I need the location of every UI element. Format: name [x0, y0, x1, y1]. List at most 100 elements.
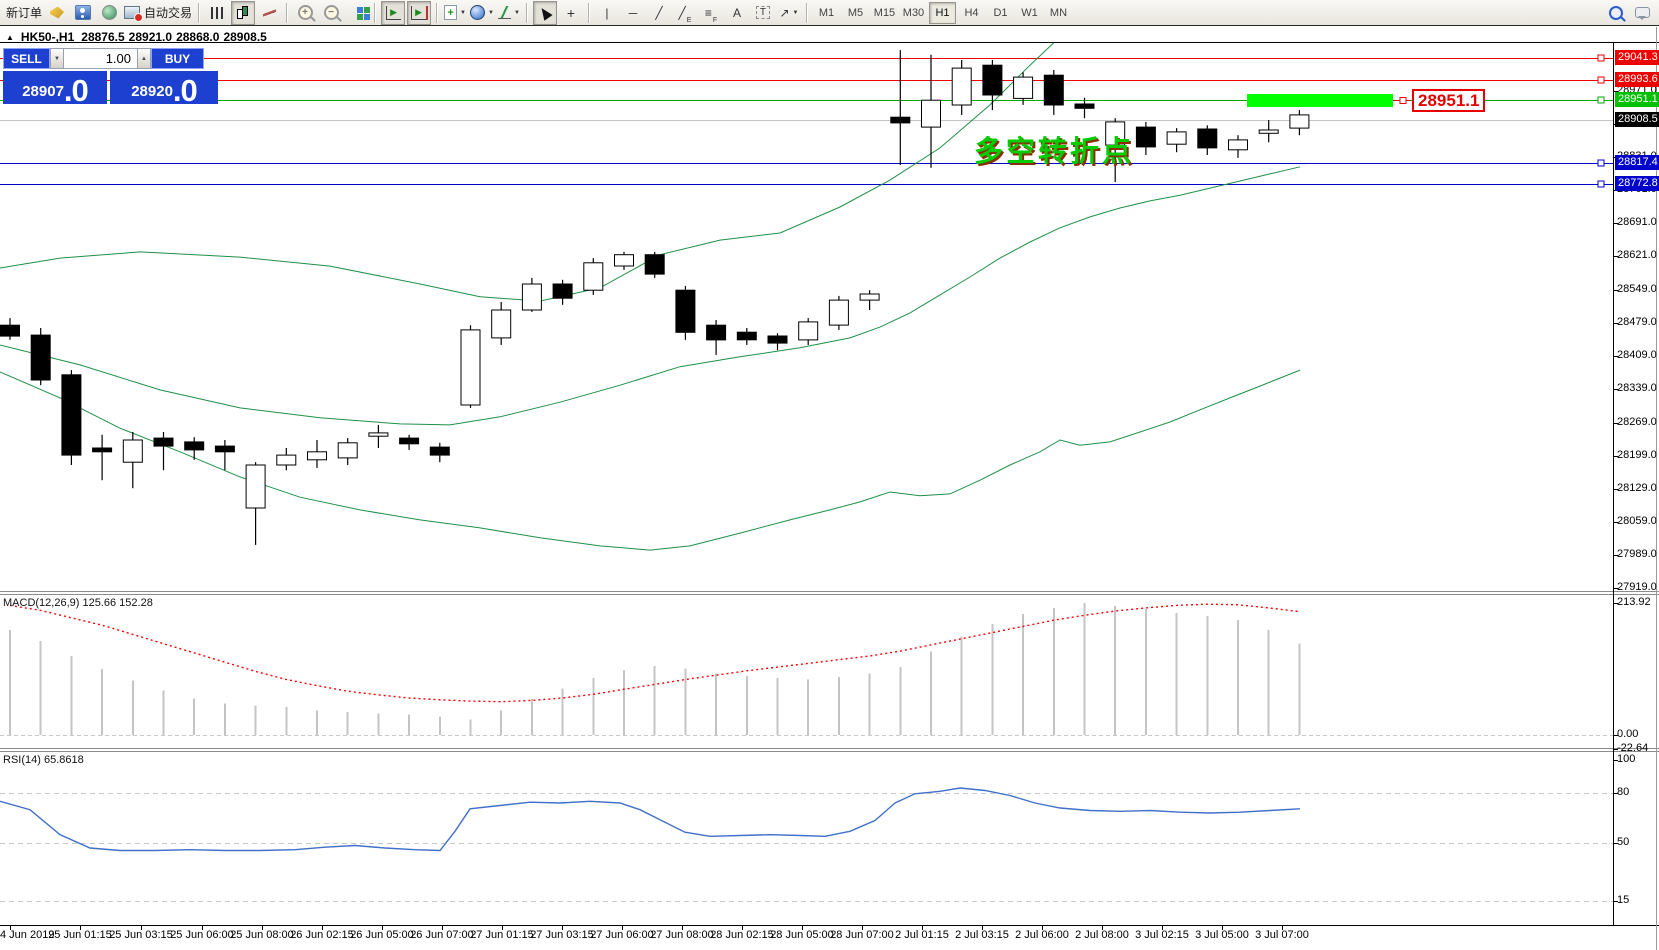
line-handle[interactable] [1598, 97, 1604, 103]
template-icon[interactable]: ▼ [497, 1, 521, 25]
volume-decrease-button[interactable]: ▼ [50, 48, 64, 69]
collapse-icon[interactable]: ▲ [6, 33, 14, 42]
candlestick-chart-icon[interactable] [231, 1, 255, 25]
label-icon[interactable]: T [751, 1, 775, 25]
symbol-period-label: HK50-,H1 [21, 30, 74, 44]
signals-icon[interactable] [97, 1, 121, 25]
price-tick-label: 28479.0 [1617, 316, 1657, 329]
sell-price[interactable]: 28907 .0 [3, 71, 107, 104]
candle [553, 284, 572, 298]
toolbar-separator [374, 3, 376, 23]
rsi-label: RSI(14) 65.8618 [3, 754, 84, 766]
zoom-in-icon[interactable]: + [293, 1, 317, 25]
tag-handle[interactable] [1400, 98, 1406, 104]
time-axis-label: 2 Jul 08:00 [1075, 929, 1129, 941]
time-axis-label: 27 Jun 03:15 [530, 929, 594, 941]
candle [707, 325, 726, 340]
time-axis-label: 25 Jun 08:00 [230, 929, 294, 941]
chevron-down-icon[interactable]: ▼ [514, 10, 520, 16]
chart-svg[interactable] [0, 0, 1659, 950]
tile-windows-icon[interactable] [345, 1, 369, 25]
time-axis-label: 2 Jul 06:00 [1015, 929, 1069, 941]
chevron-down-icon[interactable]: ▼ [793, 10, 799, 16]
megaphone-icon[interactable] [45, 1, 69, 25]
cursor-icon[interactable] [533, 1, 557, 25]
timeframe-m15-button[interactable]: M15 [871, 2, 898, 24]
channel-icon: ╱ [679, 6, 686, 20]
timeframe-h1-button[interactable]: H1 [929, 2, 956, 24]
volume-increase-button[interactable]: ▲ [137, 48, 151, 69]
toolbar: 新订单自动交易+−▶▶+▼▼▼+|─╱╱E≡FAT↗▼M1M5M15M30H1H… [0, 0, 1659, 26]
timeframe-w1-button[interactable]: W1 [1016, 2, 1043, 24]
auto-scroll-icon[interactable]: ▶ [381, 1, 405, 25]
community-icon[interactable] [71, 1, 95, 25]
new-chart-icon[interactable]: +▼ [443, 1, 467, 25]
line-chart-icon[interactable] [257, 1, 281, 25]
buy-button[interactable]: BUY [151, 48, 204, 69]
chart-text-annotation[interactable]: 多空转折点 [974, 128, 1134, 170]
time-axis-label: 25 Jun 06:00 [170, 929, 234, 941]
volume-input[interactable] [64, 48, 137, 69]
price-tick-label: 27919.0 [1617, 581, 1657, 594]
bar-chart-icon [211, 7, 224, 19]
candle [492, 310, 511, 338]
price-tick-label: 28339.0 [1617, 382, 1657, 395]
price-tick-label: 28621.0 [1617, 249, 1657, 262]
timeframe-mn-button[interactable]: MN [1045, 2, 1072, 24]
time-axis-label: 26 Jun 07:00 [410, 929, 474, 941]
toolbar-separator [286, 3, 288, 23]
horizontal-line-icon[interactable]: ─ [621, 1, 645, 25]
tool-letter: E [687, 17, 692, 24]
chat-icon[interactable] [1630, 1, 1654, 25]
new-order-button[interactable]: 新订单 [5, 1, 43, 25]
toolbar-separator [198, 3, 200, 23]
price-tick-label: 27989.0 [1617, 548, 1657, 561]
timeframe-m1-button[interactable]: M1 [813, 2, 840, 24]
high-value: 28921.0 [129, 30, 172, 44]
time-axis-label: 3 Jul 05:00 [1195, 929, 1249, 941]
crosshair-icon[interactable]: + [559, 1, 583, 25]
auto-scroll-icon: ▶ [386, 6, 401, 20]
line-handle[interactable] [1598, 181, 1604, 187]
chevron-down-icon[interactable]: ▼ [460, 10, 466, 16]
macd-tick-label: 213.92 [1617, 596, 1651, 609]
time-axis-label: 26 Jun 02:15 [290, 929, 354, 941]
zoom-out-icon[interactable]: − [319, 1, 343, 25]
shapes-icon[interactable]: ↗▼ [777, 1, 801, 25]
time-axis-label: 3 Jul 07:00 [1255, 929, 1309, 941]
chart-shift-icon[interactable]: ▶ [407, 1, 431, 25]
candle [615, 255, 634, 266]
candle [338, 443, 357, 458]
price-tick-label: 28129.0 [1617, 482, 1657, 495]
line-handle[interactable] [1598, 55, 1604, 61]
text-icon[interactable]: A [725, 1, 749, 25]
autotrading-button[interactable]: 自动交易 [123, 1, 193, 25]
timeframe-m5-button[interactable]: M5 [842, 2, 869, 24]
line-handle[interactable] [1598, 77, 1604, 83]
timeframe-m30-button[interactable]: M30 [900, 2, 927, 24]
buy-price[interactable]: 28920 .0 [110, 71, 218, 104]
chevron-down-icon[interactable]: ▼ [488, 10, 494, 16]
shapes-icon: ↗ [779, 6, 789, 20]
candle [891, 117, 910, 123]
line-handle[interactable] [1598, 160, 1604, 166]
period-icon[interactable]: ▼ [469, 1, 495, 25]
search-icon[interactable] [1604, 1, 1628, 25]
candle [1198, 129, 1217, 148]
vertical-line-icon[interactable]: | [595, 1, 619, 25]
price-tag-label[interactable]: 28951.1 [1412, 89, 1485, 112]
sell-button[interactable]: SELL [3, 48, 50, 69]
sell-price-main: 28907 [22, 83, 64, 104]
fibonacci-icon[interactable]: ≡F [699, 1, 723, 25]
green-rectangle-object[interactable] [1247, 94, 1393, 107]
timeframe-d1-button[interactable]: D1 [987, 2, 1014, 24]
channel-icon[interactable]: ╱E [673, 1, 697, 25]
megaphone-icon [50, 7, 64, 19]
trendline-icon[interactable]: ╱ [647, 1, 671, 25]
price-tick-label: 28269.0 [1617, 416, 1657, 429]
candle [1044, 75, 1063, 105]
search-icon [1609, 6, 1623, 20]
timeframe-h4-button[interactable]: H4 [958, 2, 985, 24]
bar-chart-icon[interactable] [205, 1, 229, 25]
candle [430, 447, 449, 455]
